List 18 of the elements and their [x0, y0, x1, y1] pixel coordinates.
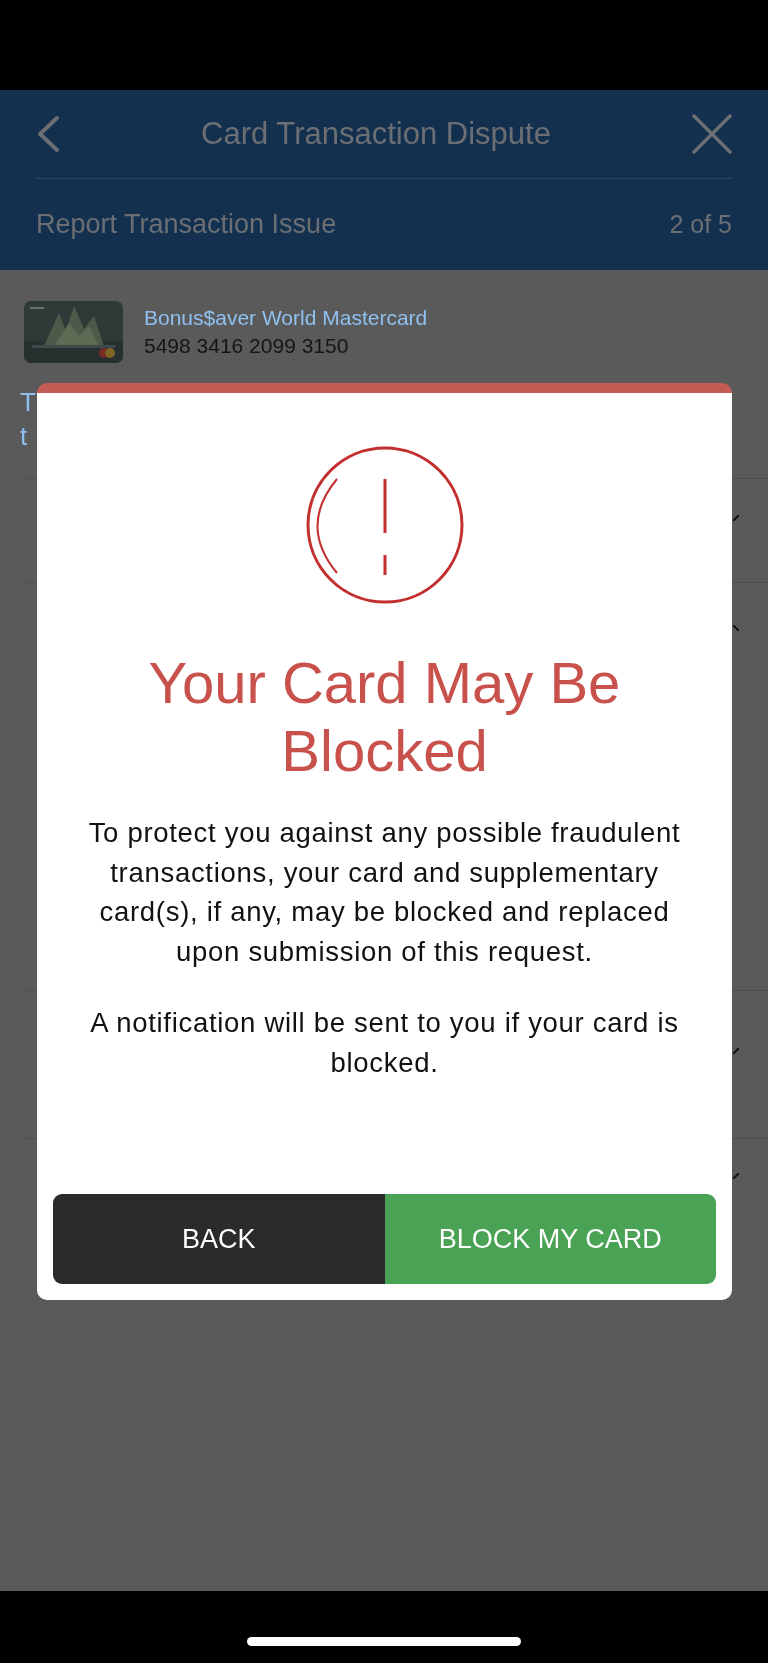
close-icon[interactable] [692, 114, 732, 154]
card-number: 5498 3416 2099 3150 [144, 334, 350, 358]
card-name: Bonus$aver World Mastercard [144, 306, 428, 330]
chevron-icon [733, 515, 739, 521]
back-icon[interactable] [36, 115, 60, 153]
back-button[interactable]: BACK [53, 1194, 385, 1284]
step-title: Report Transaction Issue [36, 208, 337, 240]
step-counter: 2 of 5 [669, 209, 732, 239]
chevron-icon [733, 625, 739, 631]
dialog-message: To protect you against any possible fraudulent transactions, your card and supplementary card(s), if any, may be blocked and replaced upon submission of this request. [87, 816, 682, 969]
dialog-title: Your Card May Be Blocked [147, 649, 622, 785]
chevron-icon [733, 1173, 739, 1179]
warning-icon [304, 445, 465, 605]
heading-fragment: T [20, 386, 36, 419]
dialog-message: A notification will be sent to you if your card is blocked. [89, 1006, 680, 1080]
chevron-icon [733, 1048, 739, 1054]
screen-title: Card Transaction Dispute [201, 116, 551, 152]
heading-fragment: t [20, 420, 28, 453]
